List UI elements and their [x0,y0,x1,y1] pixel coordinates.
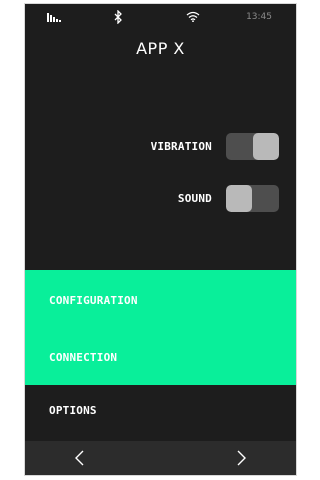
menu-item-configuration[interactable]: CONFIGURATION [49,294,138,307]
toggle-knob [226,184,252,212]
chevron-left-icon[interactable] [73,450,87,466]
signal-icon [47,13,61,22]
bottom-nav-bar [25,441,296,475]
menu-item-connection[interactable]: CONNECTION [49,351,117,364]
highlighted-menu-section: CONFIGURATION CONNECTION [25,270,296,385]
chevron-right-icon[interactable] [234,450,248,466]
phone-screen: 13:45 APP X VIBRATION SOUND CONFIGURATIO… [24,3,297,476]
bluetooth-icon [114,10,122,24]
wifi-icon [186,11,200,22]
sound-setting: SOUND [178,184,279,212]
menu-item-options[interactable]: OPTIONS [49,404,97,417]
toggle-knob [253,132,279,160]
page-title: APP X [136,39,185,58]
sound-label: SOUND [177,191,212,205]
sound-toggle[interactable] [226,184,279,212]
vibration-setting: VIBRATION [151,132,279,160]
vibration-label: VIBRATION [150,139,212,153]
status-time: 13:45 [246,12,272,22]
vibration-toggle[interactable] [226,132,279,160]
status-bar: 13:45 [25,4,296,32]
